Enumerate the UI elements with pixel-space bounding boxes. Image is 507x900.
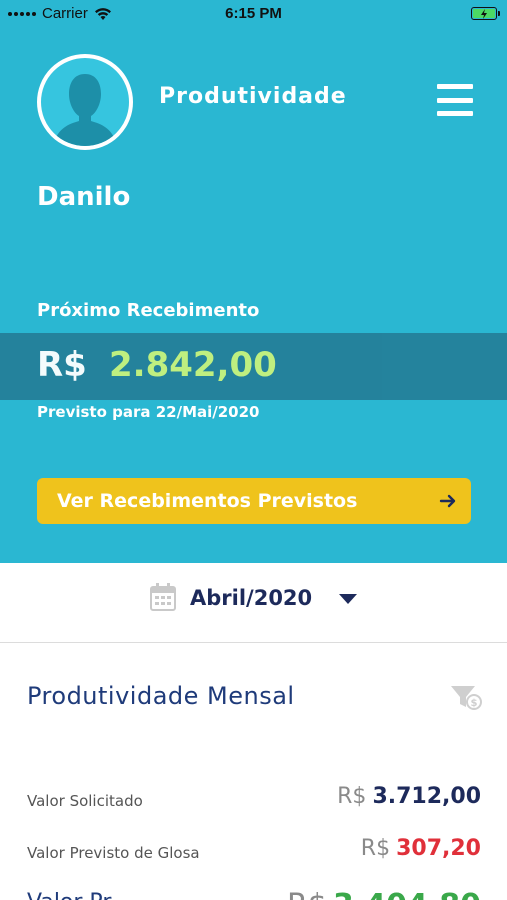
monthly-productivity-section: Produtividade Mensal $ Valor Solicitado … xyxy=(0,644,507,900)
month-value: Abril/2020 xyxy=(190,586,313,610)
chevron-down-icon[interactable] xyxy=(338,593,358,605)
user-name: Danilo xyxy=(37,182,131,212)
cta-label: Ver Recebimentos Previstos xyxy=(57,490,358,512)
arrow-right-icon xyxy=(439,494,456,508)
row-value: R$ 307,20 xyxy=(360,836,481,861)
battery-icon xyxy=(471,7,500,20)
month-selector[interactable]: Abril/2020 xyxy=(0,563,507,643)
status-time: 6:15 PM xyxy=(225,5,282,22)
next-payment-label: Próximo Recebimento xyxy=(37,300,260,321)
currency-symbol: R$ xyxy=(37,345,87,385)
status-bar: Carrier 6:15 PM xyxy=(0,0,507,28)
page-title: Produtividade xyxy=(159,84,347,109)
filter-icon[interactable]: $ xyxy=(450,684,482,712)
row-value: R$3.404,80 xyxy=(287,888,481,900)
svg-text:$: $ xyxy=(471,698,478,709)
next-payment-amount: 2.842,00 xyxy=(109,345,277,385)
view-expected-payments-button[interactable]: Ver Recebimentos Previstos xyxy=(37,478,471,524)
calendar-icon xyxy=(150,583,176,611)
section-title: Produtividade Mensal xyxy=(27,682,295,710)
user-silhouette-icon xyxy=(53,74,117,146)
avatar[interactable] xyxy=(37,54,133,150)
summary-row: Valor Solicitado R$ 3.712,00 xyxy=(27,784,481,814)
row-label: Valor Pr xyxy=(27,890,111,900)
header: Produtividade Danilo Próximo Recebimento… xyxy=(0,28,507,563)
due-date-text: Previsto para 22/Mai/2020 xyxy=(37,403,260,421)
row-label: Valor Solicitado xyxy=(27,792,143,810)
amount-band: R$ 2.842,00 xyxy=(0,333,507,400)
summary-row: Valor Pr R$3.404,80 xyxy=(27,888,481,900)
row-label: Valor Previsto de Glosa xyxy=(27,844,200,862)
summary-row: Valor Previsto de Glosa R$ 307,20 xyxy=(27,836,481,866)
row-value: R$ 3.712,00 xyxy=(337,784,481,809)
hamburger-menu-icon[interactable] xyxy=(437,84,473,116)
